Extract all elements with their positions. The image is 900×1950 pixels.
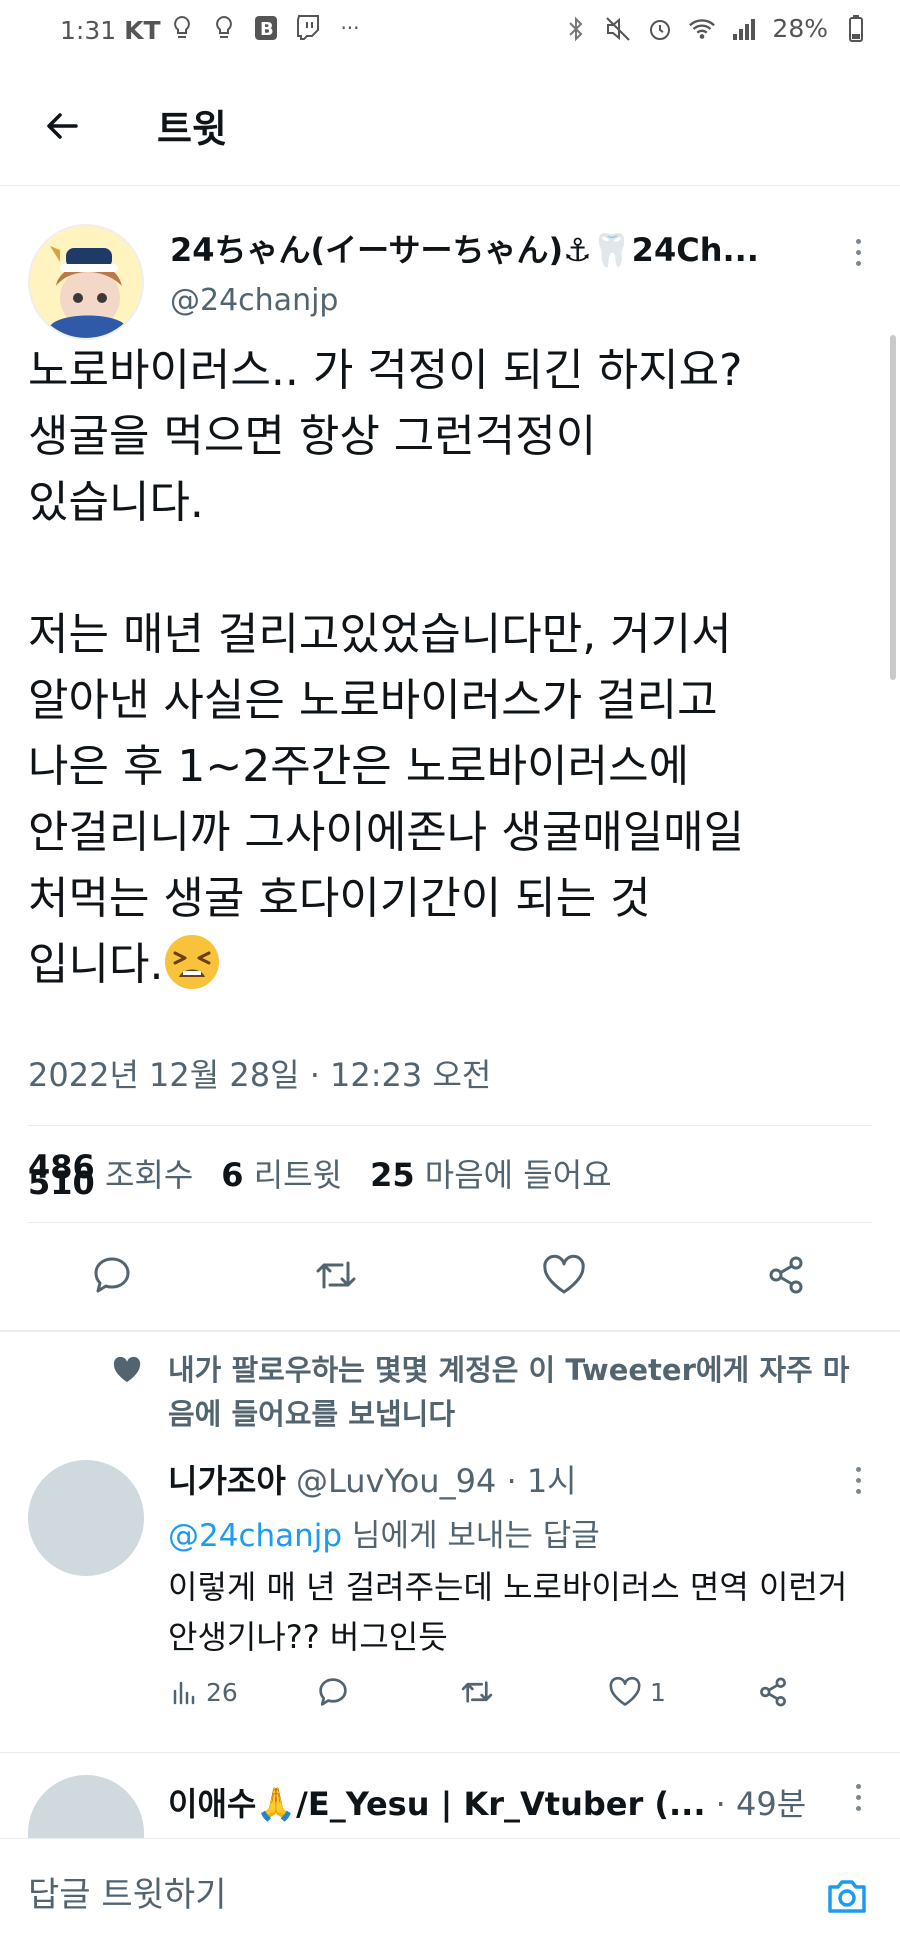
heart-icon	[609, 1676, 641, 1706]
author-avatar[interactable]	[28, 224, 144, 340]
battery-icon	[842, 14, 870, 43]
reply-to-mention[interactable]: @24chanjp	[168, 1518, 342, 1554]
reply-views-count: 26	[206, 1677, 238, 1707]
reply-comment-button[interactable]	[316, 1670, 350, 1714]
share-icon	[769, 1256, 803, 1294]
reply-more-button[interactable]	[846, 1460, 870, 1500]
back-button[interactable]	[36, 100, 88, 152]
heart-icon	[543, 1254, 585, 1294]
tweet-more-button[interactable]	[846, 232, 870, 272]
likes-stat[interactable]: 25 마음에 들어요	[370, 1150, 612, 1196]
retweet-button[interactable]	[306, 1245, 366, 1305]
views-stat[interactable]: 510 486 조회수	[28, 1148, 194, 1202]
divider	[28, 1125, 872, 1126]
reply-to-label: @24chanjp 님에게 보내는 답글	[168, 1510, 600, 1555]
author-handle[interactable]: @24chanjp	[170, 283, 338, 318]
like-button[interactable]	[534, 1245, 594, 1305]
likes-label: 마음에 들어요	[424, 1156, 612, 1194]
retweet-icon	[316, 1261, 356, 1289]
comment-icon	[319, 1678, 347, 1706]
more-notifications-icon: ···	[340, 16, 360, 40]
likes-count: 25	[370, 1156, 415, 1194]
reply-views-button[interactable]: 26	[172, 1670, 238, 1714]
views-label: 조회수	[104, 1156, 194, 1194]
share-button[interactable]	[756, 1245, 816, 1305]
alarm-icon	[646, 15, 674, 43]
status-left-icons: B ···	[168, 14, 364, 42]
tweet-actions	[0, 1245, 900, 1305]
anime-girl-avatar-icon	[30, 226, 142, 338]
reply-share-button[interactable]	[756, 1670, 790, 1714]
bulb-icon	[168, 14, 196, 42]
wifi-icon	[688, 15, 716, 43]
tweet-stats: 510 486 조회수 6 리트윗 25 마음에 들어요	[28, 1148, 612, 1202]
reply-author-name[interactable]: 니가조아	[168, 1462, 286, 1500]
social-context-label: 내가 팔로우하는 몇몇 계정은 이 Tweeter에게 자주 마음에 들어요를 …	[168, 1353, 850, 1431]
reply-likes-count: 1	[650, 1677, 666, 1707]
mute-icon	[604, 15, 632, 43]
reply-actions: 26 1	[168, 1670, 868, 1714]
divider	[28, 1222, 872, 1223]
comment-icon	[94, 1257, 130, 1293]
retweets-count: 6	[221, 1156, 244, 1194]
share-icon	[760, 1677, 786, 1707]
reply-author-handle[interactable]: @LuvYou_94	[296, 1462, 496, 1500]
status-time: 1:31 KT	[60, 16, 161, 45]
compose-bar	[0, 1838, 900, 1950]
svg-text:B: B	[260, 19, 274, 40]
reply-button[interactable]	[82, 1245, 142, 1305]
reply-text: 이렇게 매 년 걸려주는데 노로바이러스 면역 이런거 안생기나?? 버그인듯	[168, 1568, 848, 1656]
reply-time: · 49분	[715, 1785, 807, 1823]
reply-header: 이애수🙏/E_Yesu | Kr_Vtuber (... · 49분	[168, 1779, 858, 1825]
status-bar: 1:31 KT B ··· 28%	[0, 0, 900, 66]
reply-to-suffix: 님에게 보내는 답글	[342, 1518, 600, 1554]
reply-like-button[interactable]: 1	[608, 1670, 666, 1714]
arrow-left-icon	[47, 113, 78, 139]
status-right-icons: 28%	[562, 14, 870, 43]
tweet-text: 노로바이러스.. 가 걱정이 되긴 하지요? 생굴을 먹으면 항상 그런걱정이 …	[28, 345, 745, 991]
reply-compose-input[interactable]	[28, 1867, 768, 1923]
reply-header: 니가조아 @LuvYou_94 · 1시	[168, 1456, 828, 1502]
retweet-icon	[461, 1681, 493, 1703]
heart-filled-icon	[113, 1356, 141, 1382]
reply-more-button[interactable]	[846, 1777, 870, 1817]
retweets-label: 리트윗	[253, 1156, 343, 1194]
reply-time: · 1시	[506, 1462, 577, 1500]
bluetooth-icon	[562, 15, 590, 43]
reply-item[interactable]: 이애수🙏/E_Yesu | Kr_Vtuber (... · 49분	[0, 1753, 900, 1838]
twitch-icon	[294, 14, 322, 42]
camera-button[interactable]	[818, 1867, 876, 1925]
page-title: 트윗	[157, 107, 227, 151]
bulb-icon	[210, 14, 238, 42]
reply-avatar[interactable]	[28, 1460, 144, 1576]
reply-avatar[interactable]	[28, 1775, 144, 1838]
author-name[interactable]: 24ちゃん(イーサーちゃん)⚓🦷24Ch...	[170, 225, 830, 271]
views-count: 486	[28, 1148, 95, 1186]
retweets-stat[interactable]: 6 리트윗	[221, 1150, 342, 1196]
tired-face-emoji-icon	[163, 933, 221, 991]
battery-percent: 28%	[772, 14, 828, 43]
top-bar: 트윗	[0, 66, 900, 186]
reply-item[interactable]: 니가조아 @LuvYou_94 · 1시 @24chanjp 님에게 보내는 답…	[0, 1440, 900, 1740]
blind-app-icon: B	[252, 14, 280, 42]
reply-author-name[interactable]: 이애수🙏/E_Yesu | Kr_Vtuber (...	[168, 1785, 706, 1823]
signal-icon	[730, 15, 758, 43]
scrollbar-thumb[interactable]	[890, 335, 896, 680]
views-chart-icon	[173, 1681, 195, 1705]
tweet-timestamp[interactable]: 2022년 12월 28일 · 12:23 오전	[28, 1050, 491, 1096]
camera-icon	[828, 1880, 866, 1913]
reply-retweet-button[interactable]	[458, 1670, 496, 1714]
section-separator	[0, 1330, 900, 1332]
